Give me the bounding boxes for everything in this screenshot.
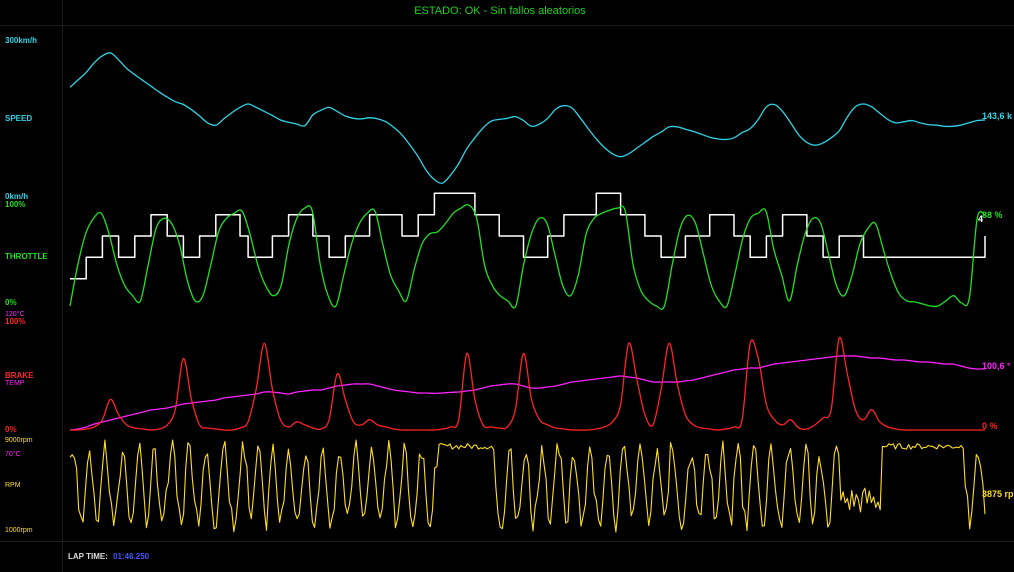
lap-time-value: 01:46.250 bbox=[113, 552, 150, 561]
temp-name-label: TEMP bbox=[5, 380, 25, 387]
rpm-name-label: RPM bbox=[5, 482, 21, 489]
gear-line bbox=[70, 192, 986, 280]
lap-time-label: LAP TIME: bbox=[68, 552, 108, 561]
temp-current-value: 100,6 ° bbox=[982, 361, 1011, 371]
brake-min-label: 0% bbox=[5, 425, 17, 434]
temp-min-label: 70°C bbox=[5, 451, 21, 458]
telemetry-plot bbox=[69, 52, 986, 533]
speed-name-label: SPEED bbox=[5, 114, 33, 123]
telemetry-screen: ESTADO: OK - Sin fallos aleatorios 300km… bbox=[0, 0, 1014, 572]
throttle-name-label: THROTTLE bbox=[5, 252, 48, 261]
rpm-max-label: 9000rpm bbox=[5, 437, 33, 444]
speed-max-label: 300km/h bbox=[5, 36, 38, 45]
gear-current-value: 4 bbox=[978, 214, 984, 224]
throttle-max-label: 100% bbox=[5, 200, 26, 209]
rpm-min-label: 1000rpm bbox=[5, 527, 33, 534]
speed-current-value: 143,6 k bbox=[982, 111, 1013, 121]
brake-name-label: BRAKE bbox=[5, 371, 34, 380]
throttle-min-label: 0% bbox=[5, 298, 17, 307]
rpm-current-value: 3875 rp bbox=[982, 489, 1014, 499]
lap-time: LAP TIME: 01:46.250 bbox=[68, 552, 149, 561]
rpm-line bbox=[69, 439, 986, 533]
brake-current-value: 0 % bbox=[982, 421, 998, 431]
brake-max-label: 100% bbox=[5, 317, 26, 326]
throttle-current-value: 88 % bbox=[982, 210, 1003, 220]
brake-line bbox=[69, 336, 985, 431]
speed-line bbox=[69, 52, 986, 184]
